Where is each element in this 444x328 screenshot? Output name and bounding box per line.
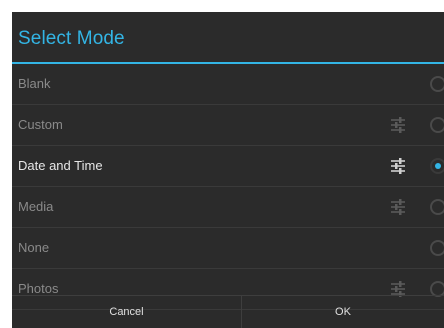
mode-item-blank[interactable]: Blank — [12, 64, 444, 105]
mode-item-custom[interactable]: Custom — [12, 105, 444, 146]
dialog-button-bar: Cancel OK — [12, 295, 444, 328]
select-mode-dialog: Select Mode Blank Custom Date and Time M… — [12, 12, 444, 328]
mode-item-date-and-time[interactable]: Date and Time — [12, 146, 444, 187]
mode-item-label: None — [18, 240, 50, 255]
settings-sliders-icon[interactable] — [388, 197, 408, 217]
dialog-title-bar: Select Mode — [12, 12, 444, 62]
dialog-title: Select Mode — [18, 28, 125, 49]
mode-item-media[interactable]: Media — [12, 187, 444, 228]
mode-item-label: Photos — [18, 281, 59, 296]
mode-item-none[interactable]: None — [12, 228, 444, 269]
mode-item-label: Blank — [18, 76, 51, 91]
mode-list: Blank Custom Date and Time Media None Ph… — [12, 64, 444, 310]
mode-item-label: Date and Time — [18, 158, 103, 173]
mode-radio-button[interactable] — [430, 76, 444, 92]
mode-radio-button[interactable] — [430, 117, 444, 133]
mode-radio-button[interactable] — [430, 240, 444, 256]
mode-item-label: Custom — [18, 117, 63, 132]
ok-button[interactable]: OK — [242, 296, 444, 328]
mode-radio-button[interactable] — [430, 199, 444, 215]
mode-radio-button-checked[interactable] — [430, 158, 444, 174]
settings-sliders-icon[interactable] — [388, 115, 408, 135]
settings-sliders-icon[interactable] — [388, 156, 408, 176]
mode-item-label: Media — [18, 199, 54, 214]
cancel-button[interactable]: Cancel — [12, 296, 242, 328]
